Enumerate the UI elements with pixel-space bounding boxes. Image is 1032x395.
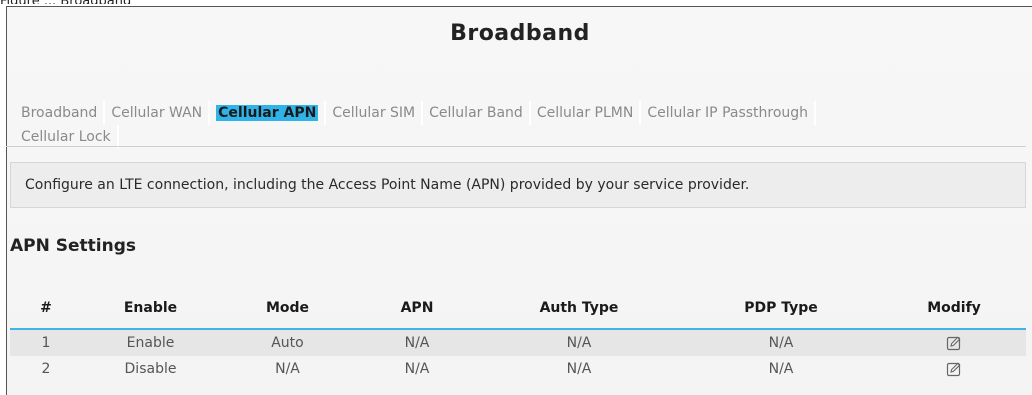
page-title: Broadband <box>450 21 590 46</box>
table-row: 2 Disable N/A N/A N/A N/A <box>10 356 1026 382</box>
tab-label: Cellular IP Passthrough <box>647 105 809 121</box>
tabs-divider <box>6 146 1026 147</box>
section-title: APN Settings <box>10 236 137 256</box>
cell-modify <box>882 329 1026 356</box>
cell-modify <box>882 356 1026 382</box>
edit-icon[interactable] <box>946 335 962 351</box>
tab-cellular-band[interactable]: Cellular Band <box>429 101 531 125</box>
cell-enable: Disable <box>82 356 219 382</box>
cell-apn: N/A <box>356 356 478 382</box>
edit-icon[interactable] <box>946 361 962 377</box>
col-header-enable: Enable <box>82 288 219 330</box>
col-header-auth-type: Auth Type <box>478 288 680 330</box>
tab-cellular-sim[interactable]: Cellular SIM <box>332 101 424 125</box>
cell-enable: Enable <box>82 329 219 356</box>
cell-pdp-type: N/A <box>680 329 882 356</box>
col-header-mode: Mode <box>219 288 356 330</box>
tab-label: Cellular APN <box>216 105 319 121</box>
tab-bar: Broadband Cellular WAN Cellular APN Cellula… <box>21 101 1021 149</box>
cell-mode: N/A <box>219 356 356 382</box>
col-header-pdp-type: PDP Type <box>680 288 882 330</box>
col-header-num: # <box>10 288 82 330</box>
table-header-row: # Enable Mode APN Auth Type PDP Type Mod… <box>10 288 1026 330</box>
apn-table: # Enable Mode APN Auth Type PDP Type Mod… <box>10 288 1026 382</box>
tab-label: Broadband <box>21 105 98 121</box>
col-header-apn: APN <box>356 288 478 330</box>
cell-auth-type: N/A <box>478 356 680 382</box>
cell-pdp-type: N/A <box>680 356 882 382</box>
tab-cellular-ip-passthrough[interactable]: Cellular IP Passthrough <box>647 101 817 125</box>
tab-label: Cellular SIM <box>332 105 416 121</box>
tab-broadband[interactable]: Broadband <box>21 101 106 125</box>
cell-num: 1 <box>10 329 82 356</box>
tab-label: Cellular WAN <box>111 105 203 121</box>
tab-cellular-wan[interactable]: Cellular WAN <box>111 101 211 125</box>
figure-caption: Figure ... Broadband <box>0 0 1032 4</box>
tab-label: Cellular Lock <box>21 129 111 145</box>
tab-cellular-plmn[interactable]: Cellular PLMN <box>537 101 642 125</box>
tab-label: Cellular Band <box>429 105 523 121</box>
cell-mode: Auto <box>219 329 356 356</box>
cell-auth-type: N/A <box>478 329 680 356</box>
cell-num: 2 <box>10 356 82 382</box>
tab-cellular-apn[interactable]: Cellular APN <box>216 101 327 125</box>
tab-label: Cellular PLMN <box>536 105 634 121</box>
col-header-modify: Modify <box>882 288 1026 330</box>
info-text: Configure an LTE connection, including t… <box>25 177 750 193</box>
table-row: 1 Enable Auto N/A N/A N/A <box>10 329 1026 356</box>
info-box: Configure an LTE connection, including t… <box>10 162 1026 208</box>
cell-apn: N/A <box>356 329 478 356</box>
